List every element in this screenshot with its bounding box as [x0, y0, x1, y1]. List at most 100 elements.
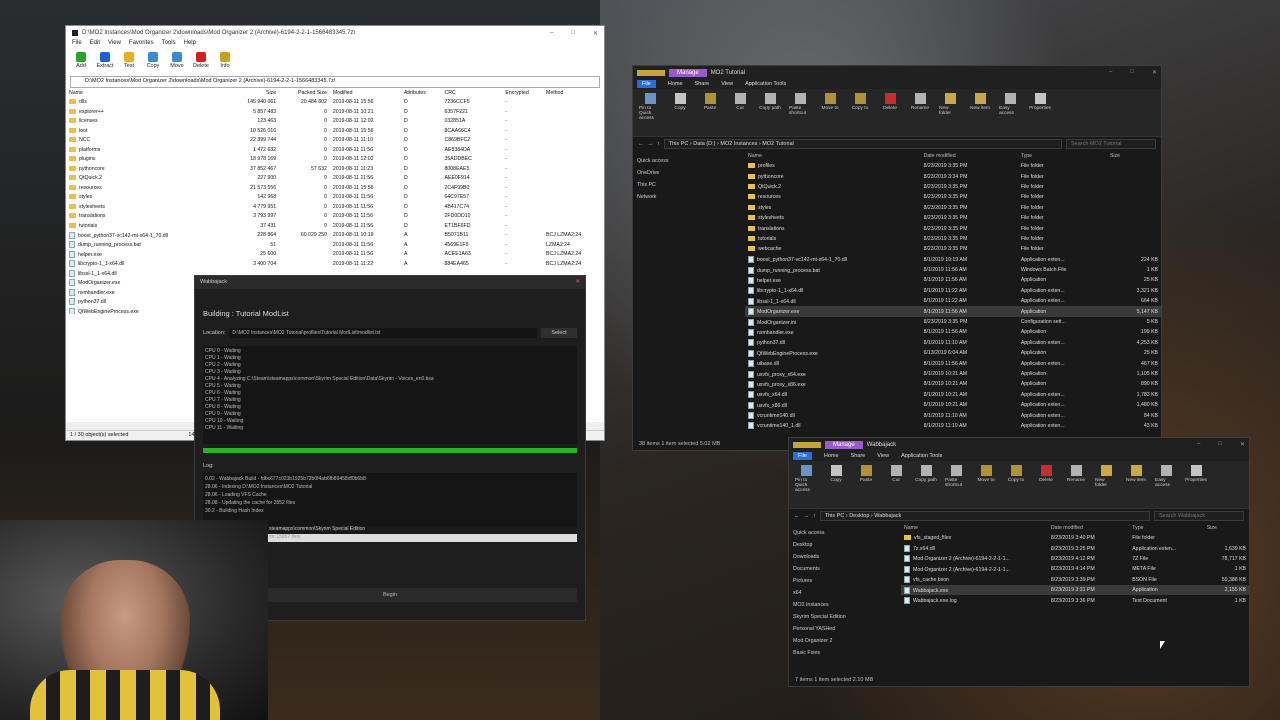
column-header-type[interactable]: Type [1018, 151, 1107, 161]
explorer-search-box[interactable]: Search Wabbajack [1154, 511, 1244, 521]
list-item[interactable]: vcruntime140_1.dll 8/1/2019 11:10 AM Appli… [745, 421, 1161, 429]
column-header[interactable]: Name [66, 88, 218, 98]
list-item[interactable]: dump_running_process.bat 8/1/2019 11:56 A… [745, 265, 1161, 275]
list-item[interactable]: vfs_cache.bson 8/23/2019 3:39 PM BSON File… [901, 575, 1249, 585]
manage-tab-label[interactable]: Manage [825, 440, 863, 449]
up-arrow-icon[interactable]: ↑ [813, 513, 816, 519]
column-header-name[interactable]: Name [901, 523, 1048, 533]
list-item[interactable]: vcruntime140.dll 8/1/2019 11:10 AM Applica… [745, 410, 1161, 420]
tool-copy-button[interactable]: Copy [144, 52, 162, 74]
column-header-name[interactable]: Name [745, 151, 921, 161]
close-button[interactable]: ✕ [575, 279, 580, 286]
list-item[interactable]: usvfs_proxy_x64.exe 8/1/2019 10:21 AM Appl… [745, 369, 1161, 379]
nav-item-mo2-instances[interactable]: MO2 Instances [793, 599, 897, 611]
table-row[interactable]: plugins 18 978 169 0 2019-08-11 12:02 D 35ADD… [66, 155, 604, 165]
list-item[interactable]: nxmhandler.exe 8/1/2019 11:56 AM Applicati… [745, 327, 1161, 337]
ribbon-cut-button[interactable]: Cut [885, 465, 907, 504]
location-input[interactable]: D:\MO2 Instances\MO2 Tutorial\profiles\T… [229, 328, 537, 338]
quick-access-toolbar-icon[interactable] [793, 441, 821, 448]
ribbon-tab-file[interactable]: File [637, 80, 656, 88]
menu-item-file[interactable]: File [72, 40, 82, 50]
nav-item-network[interactable]: Network [637, 191, 741, 203]
list-item[interactable]: python37.dll 8/1/2019 11:10 AM Application… [745, 338, 1161, 348]
ribbon-delete-button[interactable]: Delete [1035, 465, 1057, 504]
table-row[interactable]: platforms 1 472 632 0 2019-08-11 11:56 D AE83… [66, 145, 604, 155]
table-row[interactable]: translations 3 793 997 0 2019-08-11 11:56 D 2… [66, 212, 604, 222]
close-button[interactable]: ✕ [1152, 69, 1157, 76]
list-item[interactable]: vfs_staged_files 8/23/2019 3:40 PM File fo… [901, 533, 1249, 543]
column-header-date-modified[interactable]: Date modified [1048, 523, 1129, 533]
ribbon-copy-path-button[interactable]: Copy path [915, 465, 937, 504]
minimize-button[interactable]: – [1197, 441, 1200, 448]
breadcrumb-item[interactable]: MO2 Tutorial [762, 141, 793, 147]
ribbon-new-item-button[interactable]: New item [1125, 465, 1147, 504]
ribbon-copy-button[interactable]: Copy [669, 93, 691, 132]
menu-item-edit[interactable]: Edit [90, 40, 100, 50]
ribbon-rename-button[interactable]: Rename [909, 93, 931, 132]
ribbon-copy-to-button[interactable]: Copy to [1005, 465, 1027, 504]
list-item[interactable]: usvfs_x64.dll 8/1/2019 10:21 AM Applicatio… [745, 390, 1161, 400]
explorer-search-box[interactable]: Search MO2 Tutorial [1066, 139, 1156, 149]
nav-item-pictures[interactable]: Pictures [793, 575, 897, 587]
ribbon-tab-share[interactable]: Share [851, 453, 866, 459]
menu-item-tools[interactable]: Tools [162, 40, 176, 50]
dropdown-item[interactable]: steamapps\common\Skyrim Special Edition [267, 526, 577, 534]
breadcrumb-item[interactable]: Wabbajack [874, 513, 901, 519]
tool-test-button[interactable]: Test [120, 52, 138, 74]
table-row[interactable]: tutorials 37 431 0 2019-08-11 11:56 D ET1BF6F… [66, 221, 604, 231]
table-row[interactable]: NCC 22 399 744 0 2019-08-11 11:10 D C869BFC2 - [66, 136, 604, 146]
up-arrow-icon[interactable]: ↑ [657, 141, 660, 147]
back-arrow-icon[interactable]: ← [794, 513, 800, 519]
column-header-type[interactable]: Type [1129, 523, 1204, 533]
table-row[interactable]: stylesheets 4 779 951 0 2019-08-11 11:56 D 4B… [66, 202, 604, 212]
table-row[interactable]: explorer++ 5 857 483 0 2019-08-11 10:21 D 635… [66, 107, 604, 117]
list-item[interactable]: webcache 8/23/2019 3:35 PM File folder [745, 244, 1161, 254]
ribbon-new-item-button[interactable]: New item [969, 93, 991, 132]
ribbon-move-to-button[interactable]: Move to [819, 93, 841, 132]
nav-item-personal-yashed[interactable]: Personal YASHed [793, 623, 897, 635]
table-row[interactable]: loot 10 526 016 0 2019-08-11 15:56 D 8CAA66C4… [66, 126, 604, 136]
menu-item-help[interactable]: Help [184, 40, 196, 50]
table-row[interactable]: resources 21 573 556 0 2019-08-11 15:56 D 2C4… [66, 183, 604, 193]
ribbon-properties-button[interactable]: Properties [1185, 465, 1207, 504]
ribbon-tab-view[interactable]: View [877, 453, 889, 459]
table-row[interactable]: helper.exe 25 600 2019-08-11 11:56 A ACEE1A6… [66, 250, 604, 260]
list-item[interactable]: tutorials 8/23/2019 3:35 PM File folder [745, 234, 1161, 244]
list-item[interactable]: styles 8/23/2019 3:35 PM File folder [745, 203, 1161, 213]
list-item[interactable]: Wabbajack.exe 8/23/2019 3:31 PM Applicatio… [901, 584, 1249, 596]
table-row[interactable]: dlls 145 940 061 20 484 802 2019-08-11 15:5… [66, 98, 604, 108]
ribbon-pin-to-quick-access-button[interactable]: Pin to Quick access [795, 465, 817, 504]
ribbon-pin-to-quick-access-button[interactable]: Pin to Quick access [639, 93, 661, 132]
breadcrumb-item[interactable]: This PC [669, 141, 689, 147]
nav-item-desktop[interactable]: Desktop [793, 539, 897, 551]
nav-item-documents[interactable]: Documents [793, 563, 897, 575]
breadcrumb-item[interactable]: Desktop [849, 513, 869, 519]
tool-info-button[interactable]: Info [216, 52, 234, 74]
column-header-size[interactable]: Size [1204, 523, 1249, 533]
ribbon-paste-button[interactable]: Paste [855, 465, 877, 504]
nav-item-downloads[interactable]: Downloads [793, 551, 897, 563]
ribbon-paste-shortcut-button[interactable]: Paste shortcut [789, 93, 811, 132]
breadcrumb-item[interactable]: Data (D:) [693, 141, 715, 147]
table-row[interactable]: QtQuick.2 227 900 0 2019-08-11 11:56 D AEE0F9… [66, 174, 604, 184]
nav-item-basic-fixes[interactable]: Basic Fixes [793, 647, 897, 659]
ribbon-tab-file[interactable]: File [793, 452, 812, 460]
list-item[interactable]: translations 8/23/2019 3:35 PM File folder [745, 223, 1161, 233]
list-item[interactable]: resources 8/23/2019 3:35 PM File folder [745, 192, 1161, 202]
column-header[interactable]: CRC [442, 88, 503, 98]
maximize-button[interactable]: □ [1130, 69, 1134, 76]
list-item[interactable]: QtWebEngineProcess.exe 6/13/2019 6:04 AM A… [745, 348, 1161, 358]
explorer-address-bar[interactable]: This PC › Desktop › Wabbajack [819, 511, 1150, 521]
nav-item-this-pc[interactable]: This PC [637, 179, 741, 191]
ribbon-copy-path-button[interactable]: Copy path [759, 93, 781, 132]
column-header[interactable]: Size [218, 88, 279, 98]
menu-item-favorites[interactable]: Favorites [129, 40, 154, 50]
menu-item-view[interactable]: View [108, 40, 121, 50]
list-item[interactable]: Mod Organizer 2 (Archive)-6194-2-2-1-1..… [901, 564, 1249, 574]
list-item[interactable]: ModOrganizer.exe 8/1/2019 11:56 AM Applica… [745, 306, 1161, 317]
ribbon-tab-view[interactable]: View [721, 81, 733, 87]
maximize-button[interactable]: □ [1218, 441, 1222, 448]
sevenzip-path-bar[interactable]: D:\MO2 Instances\Mod Organizer 2\downloa… [70, 76, 600, 88]
nav-item-onedrive[interactable]: OneDrive [637, 167, 741, 179]
column-header[interactable]: Packed Size [279, 88, 330, 98]
